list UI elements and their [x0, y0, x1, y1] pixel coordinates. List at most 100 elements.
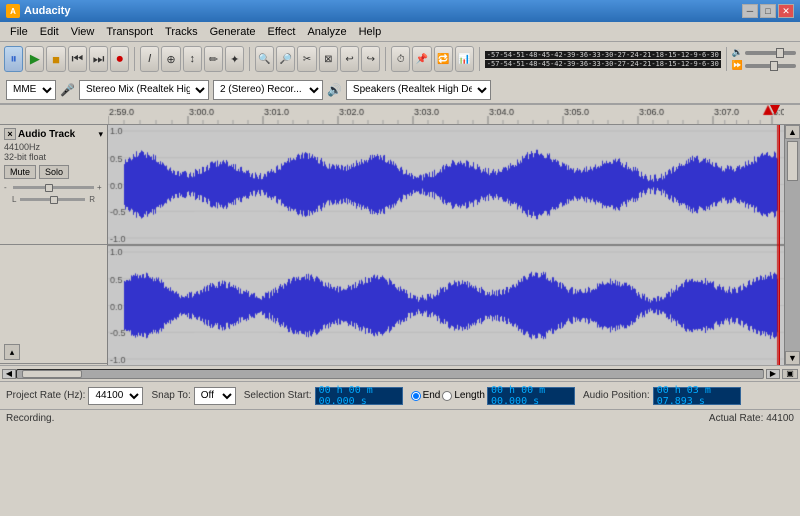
volume-icon: 🔉 — [732, 47, 743, 58]
host-select[interactable]: MME — [6, 80, 56, 100]
track1-mute-button[interactable]: Mute — [4, 165, 36, 179]
length-label: Length — [454, 390, 485, 401]
clock-tool[interactable]: ⏱ — [391, 46, 410, 72]
input-device-select[interactable]: Stereo Mix (Realtek High De... — [79, 80, 209, 100]
volume-plus-icon: + — [97, 183, 103, 192]
timeline-ruler[interactable] — [0, 105, 800, 125]
length-radio[interactable] — [442, 391, 452, 401]
spectrum-tool[interactable]: 📊 — [455, 46, 474, 72]
undo-tool[interactable]: ↩ — [340, 46, 359, 72]
track1-volume-slider[interactable] — [13, 186, 94, 189]
silence-tool[interactable]: ⊠ — [319, 46, 338, 72]
audio-position-label: Audio Position: — [583, 390, 650, 401]
volume-minus-icon: - — [4, 183, 10, 192]
output-device-select[interactable]: Speakers (Realtek High Defi... — [346, 80, 491, 100]
input-channels-select[interactable]: 2 (Stereo) Recor... — [213, 80, 323, 100]
snap-to-label: Snap To: — [151, 390, 190, 401]
scroll-right-button[interactable]: ▶ — [766, 369, 780, 379]
menu-help[interactable]: Help — [353, 24, 388, 40]
speed-slider-thumb[interactable] — [770, 61, 778, 71]
scroll-track-h[interactable] — [16, 369, 764, 379]
track1-solo-button[interactable]: Solo — [39, 165, 69, 179]
pan-left-label: L — [12, 195, 16, 204]
track1-sample-rate: 44100Hz — [4, 142, 103, 152]
statusbar: Recording. Actual Rate: 44100 — [0, 409, 800, 427]
project-rate-label: Project Rate (Hz): — [6, 390, 85, 401]
skip-forward-button[interactable]: ⏭ — [89, 46, 108, 72]
end-radio[interactable] — [411, 391, 421, 401]
bottom-toolbar: Project Rate (Hz): 44100 Snap To: Off Se… — [0, 381, 800, 409]
vu-meter-bottom: -57-54-51-48-45-42-39-36-33-30-27-24-21-… — [485, 60, 721, 68]
ibeam-tool[interactable]: 𝐼 — [140, 46, 159, 72]
track2-expand-button[interactable]: ▴ — [4, 344, 20, 360]
redo-tool[interactable]: ↪ — [361, 46, 380, 72]
status-text: Recording. — [6, 413, 54, 424]
scroll-thumb[interactable] — [787, 141, 798, 181]
multi-tool[interactable]: ✦ — [225, 46, 244, 72]
menu-tracks[interactable]: Tracks — [159, 24, 204, 40]
scroll-track[interactable] — [785, 139, 800, 351]
scroll-left-button[interactable]: ◀ — [2, 369, 16, 379]
envelope-tool[interactable]: ↕ — [183, 46, 202, 72]
track1-menu-icon[interactable]: ▾ — [98, 129, 103, 140]
vu-meter-top: -57-54-51-48-45-42-39-36-33-30-27-24-21-… — [485, 51, 721, 59]
pan-right-label: R — [89, 195, 95, 204]
menu-file[interactable]: File — [4, 24, 34, 40]
end-time-input[interactable]: 00 h 00 m 00.000 s — [487, 387, 575, 405]
volume-slider-thumb[interactable] — [776, 48, 784, 58]
record-button[interactable]: ⏺ — [110, 46, 129, 72]
separator2 — [249, 47, 250, 71]
close-button[interactable]: ✕ — [778, 4, 794, 18]
pin-tool[interactable]: 📌 — [412, 46, 431, 72]
separator1 — [134, 47, 135, 71]
menu-view[interactable]: View — [65, 24, 101, 40]
waveform-canvas — [108, 125, 784, 365]
zoom-tool[interactable]: ⊕ — [161, 46, 180, 72]
menu-edit[interactable]: Edit — [34, 24, 65, 40]
project-rate-select[interactable]: 44100 — [88, 387, 143, 405]
menu-transport[interactable]: Transport — [100, 24, 159, 40]
scroll-thumb-h[interactable] — [22, 370, 82, 378]
maximize-button[interactable]: □ — [760, 4, 776, 18]
horizontal-scrollbar[interactable]: ◀ ▶ ▣ — [0, 365, 800, 381]
draw-tool[interactable]: ✏ — [204, 46, 223, 72]
mic-icon: 🎤 — [60, 83, 75, 97]
waveform-container — [108, 125, 784, 365]
menubar: File Edit View Transport Tracks Generate… — [0, 22, 800, 42]
actual-rate-display: Actual Rate: 44100 — [709, 413, 794, 424]
zoom-out-tool[interactable]: 🔎 — [276, 46, 295, 72]
play-button[interactable]: ▶ — [25, 46, 44, 72]
track1-bit-depth: 32-bit float — [4, 152, 103, 162]
separator5 — [726, 47, 727, 71]
track1-close-button[interactable]: × — [4, 128, 16, 140]
selection-start-input[interactable]: 00 h 00 m 00.000 s — [315, 387, 403, 405]
track-area: × Audio Track ▾ 44100Hz 32-bit float Mut… — [0, 125, 800, 365]
separator4 — [479, 47, 480, 71]
vertical-scrollbar[interactable]: ▲ ▼ — [784, 125, 800, 365]
trim-tool[interactable]: ✂ — [297, 46, 316, 72]
pause-button[interactable]: ⏸ — [4, 46, 23, 72]
minimize-button[interactable]: ─ — [742, 4, 758, 18]
track-panel: × Audio Track ▾ 44100Hz 32-bit float Mut… — [0, 125, 108, 365]
end-label: End — [423, 390, 441, 401]
loop-tool[interactable]: 🔁 — [434, 46, 453, 72]
stop-button[interactable]: ■ — [46, 46, 65, 72]
snap-to-select[interactable]: Off — [194, 387, 236, 405]
menu-generate[interactable]: Generate — [204, 24, 262, 40]
track1-pan-slider[interactable] — [20, 198, 85, 201]
app-title: Audacity — [24, 5, 70, 17]
playhead-line — [779, 125, 780, 365]
scroll-down-button[interactable]: ▼ — [785, 351, 800, 365]
audio-position-input[interactable]: 00 h 03 m 07.893 s — [653, 387, 741, 405]
menu-effect[interactable]: Effect — [262, 24, 302, 40]
track1-name: Audio Track — [18, 129, 75, 140]
scroll-up-button[interactable]: ▲ — [785, 125, 800, 139]
zoom-in-tool[interactable]: 🔍 — [255, 46, 274, 72]
selection-start-label: Selection Start: — [244, 390, 312, 401]
device-toolbar: MME 🎤 Stereo Mix (Realtek High De... 2 (… — [0, 76, 800, 104]
playhead-marker — [770, 105, 780, 115]
zoom-thumb[interactable]: ▣ — [782, 369, 798, 379]
skip-back-button[interactable]: ⏮ — [68, 46, 87, 72]
app-icon: A — [6, 4, 20, 18]
menu-analyze[interactable]: Analyze — [301, 24, 352, 40]
